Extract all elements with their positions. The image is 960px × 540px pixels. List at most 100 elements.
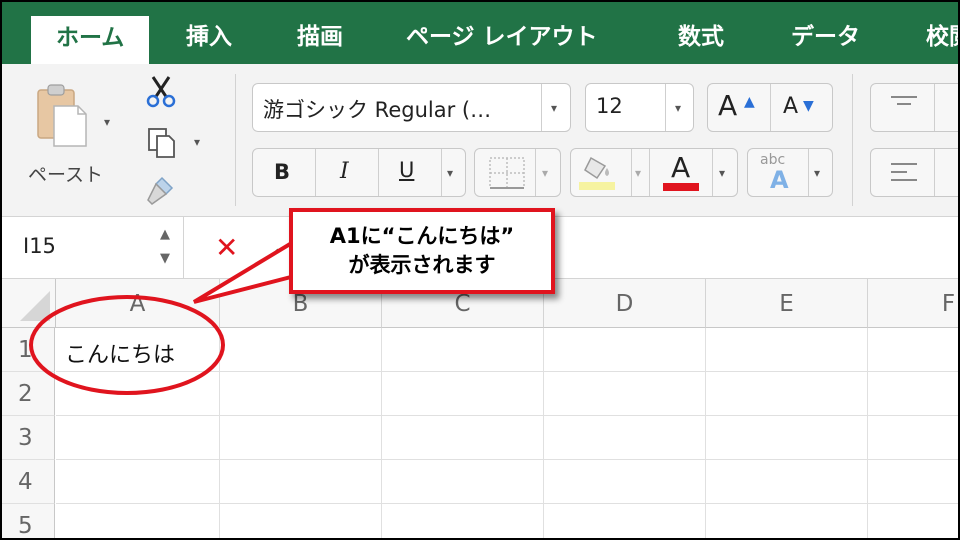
phonetic-big-label: A bbox=[770, 166, 789, 194]
cell[interactable] bbox=[220, 328, 382, 372]
cell-a1-value: こんにちは bbox=[65, 343, 176, 368]
chevron-down-icon: ▾ bbox=[675, 101, 682, 115]
cell[interactable] bbox=[544, 504, 706, 538]
ribbon-tab-bar: ホーム 挿入 描画 ページ レイアウト 数式 データ 校閲 bbox=[2, 2, 958, 64]
tab-review[interactable]: 校閲 bbox=[926, 2, 958, 64]
column-header-d[interactable]: D bbox=[544, 279, 706, 328]
cell[interactable] bbox=[706, 460, 868, 504]
tab-home[interactable]: ホーム bbox=[31, 16, 150, 64]
cell[interactable] bbox=[868, 372, 958, 416]
cell[interactable] bbox=[220, 416, 382, 460]
italic-button[interactable]: I bbox=[316, 149, 378, 196]
excel-window: ホーム 挿入 描画 ページ レイアウト 数式 データ 校閲 ▾ ペースト bbox=[2, 2, 958, 538]
cell[interactable] bbox=[220, 372, 382, 416]
cell[interactable] bbox=[706, 328, 868, 372]
align-left-icon bbox=[891, 163, 917, 181]
underline-button[interactable]: U bbox=[379, 149, 441, 196]
row-header-4[interactable]: 4 bbox=[2, 460, 55, 504]
chevron-down-icon: ▾ bbox=[551, 101, 558, 115]
fill-color-button[interactable] bbox=[571, 149, 631, 196]
font-name-value: 游ゴシック Regular (… bbox=[263, 98, 492, 122]
copy-dropdown-icon[interactable]: ▾ bbox=[194, 136, 200, 148]
tab-insert[interactable]: 挿入 bbox=[186, 2, 232, 64]
cell[interactable] bbox=[706, 416, 868, 460]
group-separator bbox=[852, 74, 853, 206]
bold-button[interactable]: B bbox=[253, 149, 315, 196]
cell[interactable] bbox=[56, 460, 220, 504]
font-name-dropdown[interactable]: 游ゴシック Regular (… ▾ bbox=[252, 83, 571, 132]
font-color-dropdown-icon[interactable]: ▾ bbox=[719, 167, 725, 179]
copy-icon[interactable] bbox=[146, 126, 180, 160]
column-header-e[interactable]: E bbox=[706, 279, 868, 328]
paste-dropdown-icon[interactable]: ▾ bbox=[104, 116, 110, 128]
button-divider bbox=[441, 149, 442, 196]
cell[interactable] bbox=[706, 372, 868, 416]
underline-label: U bbox=[399, 158, 415, 182]
paste-button[interactable]: ▾ ペースト bbox=[24, 76, 119, 186]
cell[interactable] bbox=[544, 416, 706, 460]
vertical-align-buttons[interactable] bbox=[870, 83, 958, 132]
paste-label: ペースト bbox=[28, 164, 104, 186]
italic-label: I bbox=[340, 159, 349, 184]
cell[interactable] bbox=[868, 416, 958, 460]
callout-line-2: が表示されます bbox=[348, 253, 496, 277]
cell[interactable] bbox=[382, 460, 544, 504]
cell[interactable] bbox=[382, 504, 544, 538]
name-box-value: I15 bbox=[23, 234, 56, 258]
clipboard-icon bbox=[37, 84, 87, 147]
cell[interactable] bbox=[56, 504, 220, 538]
cell[interactable] bbox=[220, 504, 382, 538]
dropdown-divider bbox=[541, 84, 542, 131]
cell[interactable] bbox=[706, 504, 868, 538]
button-divider bbox=[631, 149, 632, 196]
font-color-swatch bbox=[663, 183, 699, 191]
callout-pointer-cover bbox=[293, 232, 313, 274]
phonetic-guide-button[interactable]: abc A ▾ bbox=[747, 148, 833, 197]
paintbrush-icon[interactable] bbox=[144, 172, 180, 208]
row-header-2[interactable]: 2 bbox=[2, 372, 55, 416]
row-header-1[interactable]: 1 bbox=[2, 328, 55, 372]
tab-formulas[interactable]: 数式 bbox=[678, 2, 724, 64]
name-box[interactable]: I15 ▲ ▼ bbox=[2, 217, 184, 278]
shrink-font-button[interactable]: A ▼ bbox=[771, 84, 832, 131]
phonetic-dropdown-icon[interactable]: ▾ bbox=[814, 167, 820, 179]
tab-data[interactable]: データ bbox=[791, 2, 860, 64]
cell[interactable] bbox=[56, 416, 220, 460]
name-box-down-icon[interactable]: ▼ bbox=[160, 251, 170, 266]
tab-draw[interactable]: 描画 bbox=[297, 2, 343, 64]
underline-dropdown-icon[interactable]: ▾ bbox=[447, 167, 453, 179]
column-header-a[interactable]: A bbox=[56, 279, 220, 328]
select-all-corner[interactable] bbox=[2, 279, 56, 328]
paint-bucket-icon bbox=[584, 156, 609, 180]
cell[interactable] bbox=[868, 328, 958, 372]
cell[interactable] bbox=[544, 328, 706, 372]
worksheet-grid: A B C D E F 1 2 3 4 5 こんにちは bbox=[2, 279, 958, 538]
borders-dropdown-icon[interactable]: ▾ bbox=[542, 167, 548, 179]
cell-a1[interactable]: こんにちは bbox=[56, 328, 220, 372]
cell[interactable] bbox=[544, 460, 706, 504]
row-header-3[interactable]: 3 bbox=[2, 416, 55, 460]
horizontal-align-buttons[interactable] bbox=[870, 148, 958, 197]
column-header-f[interactable]: F bbox=[868, 279, 958, 328]
cell[interactable] bbox=[220, 460, 382, 504]
name-box-up-icon[interactable]: ▲ bbox=[160, 227, 170, 242]
cell[interactable] bbox=[382, 416, 544, 460]
fill-dropdown-icon[interactable]: ▾ bbox=[635, 167, 641, 179]
cell[interactable] bbox=[382, 372, 544, 416]
borders-button[interactable]: ▾ bbox=[474, 148, 561, 197]
scissors-icon[interactable] bbox=[143, 74, 179, 110]
cell[interactable] bbox=[868, 460, 958, 504]
row-header-5[interactable]: 5 bbox=[2, 504, 55, 538]
font-size-value: 12 bbox=[596, 94, 623, 118]
cell[interactable] bbox=[382, 328, 544, 372]
tab-page-layout[interactable]: ページ レイアウト bbox=[406, 2, 598, 64]
cell[interactable] bbox=[544, 372, 706, 416]
cell[interactable] bbox=[56, 372, 220, 416]
fill-color-swatch bbox=[579, 182, 615, 190]
font-color-button[interactable]: A bbox=[650, 149, 712, 196]
grow-font-button[interactable]: A ▲ bbox=[708, 84, 770, 131]
triangle-up-icon: ▲ bbox=[744, 94, 755, 110]
cancel-entry-icon[interactable]: ✕ bbox=[215, 231, 238, 264]
cell[interactable] bbox=[868, 504, 958, 538]
font-size-dropdown[interactable]: 12 ▾ bbox=[585, 83, 694, 132]
